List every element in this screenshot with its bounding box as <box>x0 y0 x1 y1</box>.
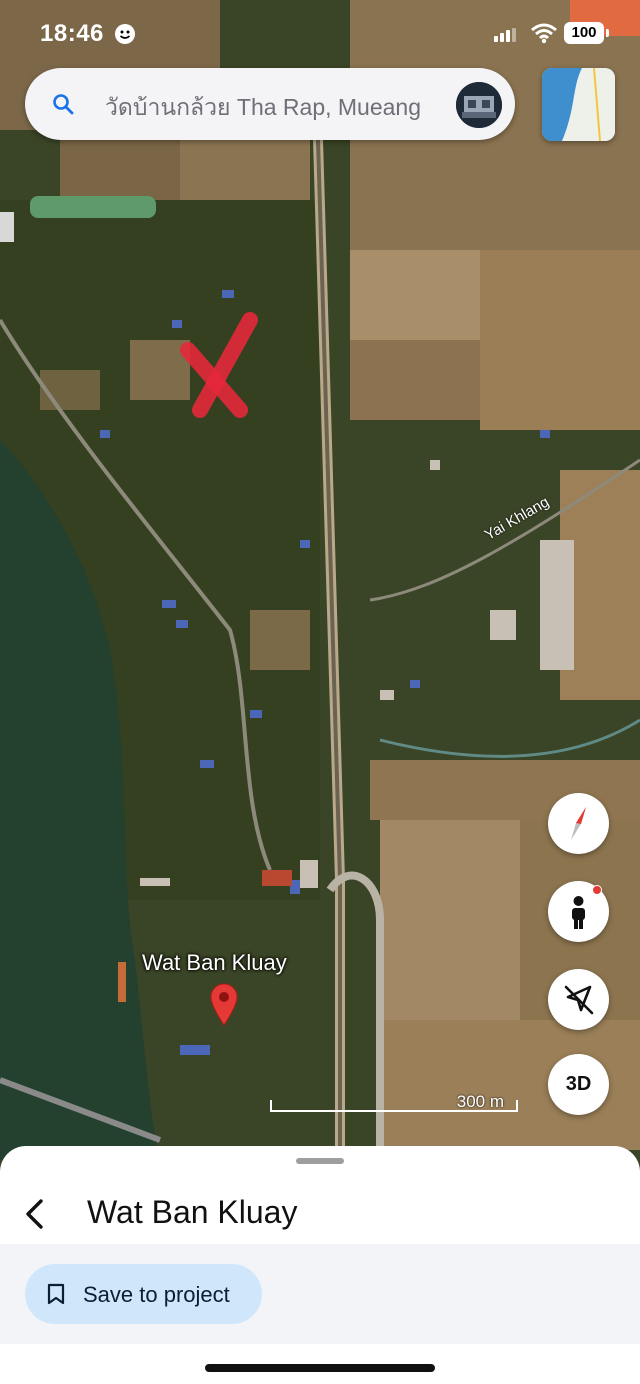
battery-indicator: 100 <box>564 22 604 44</box>
layers-thumbnail-icon[interactable] <box>542 68 615 141</box>
home-indicator[interactable] <box>205 1364 435 1372</box>
scale-bar <box>270 1100 518 1112</box>
search-bar[interactable]: วัดบ้านกล้วย Tha Rap, Mueang <box>25 68 515 140</box>
map-pin-icon[interactable] <box>209 982 239 1026</box>
back-button[interactable] <box>20 1196 50 1232</box>
save-to-project-label: Save to project <box>83 1282 230 1307</box>
location-button[interactable] <box>548 969 609 1030</box>
back-chevron-icon <box>26 1199 43 1229</box>
place-title: Wat Ban Kluay <box>87 1194 298 1230</box>
avatar-icon[interactable] <box>456 82 502 128</box>
action-strip: Save to project <box>0 1244 640 1344</box>
sheet-grabber[interactable] <box>296 1158 344 1164</box>
notification-dot <box>592 885 602 895</box>
street-view-button[interactable] <box>548 881 609 942</box>
search-icon[interactable] <box>51 92 75 116</box>
place-bottom-sheet[interactable]: Wat Ban Kluay Save to project <box>0 1146 640 1384</box>
status-bar: 18:46 100 <box>0 0 640 70</box>
map-scale: 300 m <box>270 1090 518 1120</box>
wifi-icon <box>530 22 558 49</box>
battery-cap <box>606 29 609 37</box>
location-off-icon <box>564 985 594 1015</box>
compass-icon <box>571 807 586 840</box>
bookmark-icon <box>47 1283 65 1305</box>
status-time: 18:46 <box>40 20 104 47</box>
smile-face-icon <box>115 24 135 44</box>
place-label[interactable]: Wat Ban Kluay <box>142 950 287 976</box>
3d-button[interactable]: 3D <box>548 1054 609 1115</box>
save-to-project-button[interactable]: Save to project <box>25 1264 262 1324</box>
search-query-text[interactable]: วัดบ้านกล้วย Tha Rap, Mueang <box>105 90 435 120</box>
compass-button[interactable] <box>548 793 609 854</box>
